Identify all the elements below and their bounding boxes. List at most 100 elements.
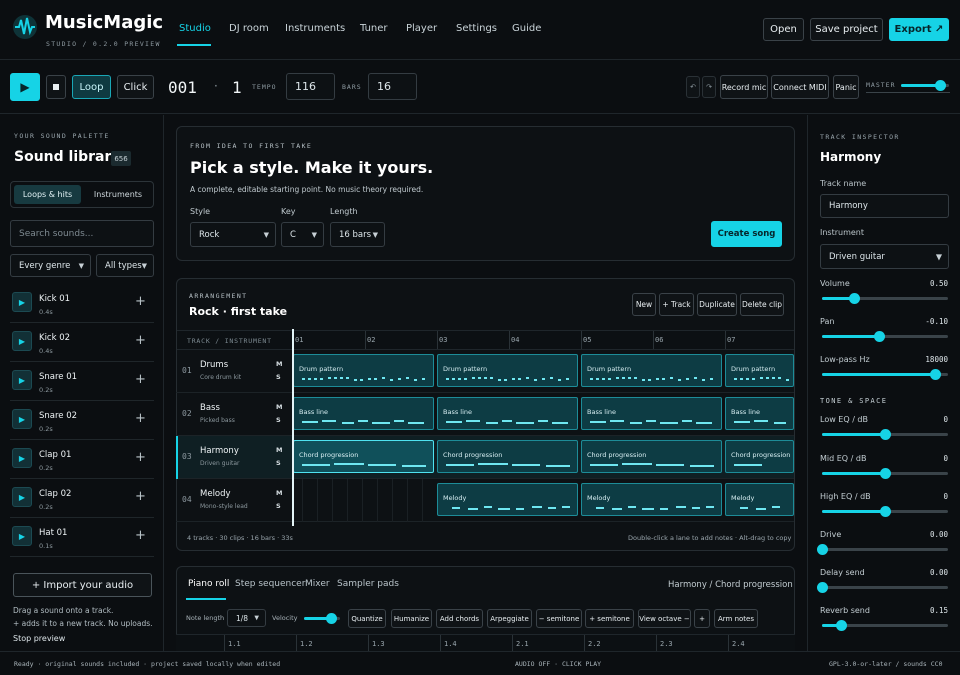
preview-play-button[interactable]: ▶ — [12, 448, 32, 468]
arrangement-clip[interactable]: Melody — [581, 483, 722, 516]
param-slider[interactable] — [822, 369, 948, 380]
delete-clip-button[interactable]: Delete clip — [740, 293, 784, 316]
stop-preview-link[interactable]: Stop preview — [13, 634, 65, 643]
preview-play-button[interactable]: ▶ — [12, 526, 32, 546]
editor-tool-button[interactable]: + semitone — [585, 609, 634, 628]
solo-button[interactable]: S — [276, 502, 281, 510]
solo-button[interactable]: S — [276, 416, 281, 424]
track-lane[interactable]: 02 Bass Picked bass M S Bass line Bass line Bas… — [176, 393, 794, 436]
click-toggle[interactable]: Click — [117, 75, 154, 99]
arrangement-clip[interactable]: Drum pattern — [437, 354, 578, 387]
mute-button[interactable]: M — [276, 489, 282, 497]
editor-tool-button[interactable]: Quantize — [348, 609, 386, 628]
preview-play-button[interactable]: ▶ — [12, 409, 32, 429]
sound-item[interactable]: ▶ Clap 02 0.2s + — [10, 479, 154, 518]
slider-knob[interactable] — [880, 429, 891, 440]
arrangement-clip[interactable]: Chord progression — [293, 440, 434, 473]
editor-tool-button[interactable]: Arm notes — [714, 609, 758, 628]
arrangement-clip[interactable]: Drum pattern — [725, 354, 794, 387]
add-to-track-button[interactable]: + — [135, 333, 146, 348]
connect-midi-button[interactable]: Connect MIDI — [771, 75, 829, 99]
add-to-track-button[interactable]: + — [135, 528, 146, 543]
sound-item[interactable]: ▶ Kick 02 0.4s + — [10, 323, 154, 362]
undo-button[interactable]: ↶ — [686, 76, 700, 98]
playhead[interactable] — [292, 329, 294, 526]
preview-play-button[interactable]: ▶ — [12, 331, 32, 351]
editor-tab-sampler-pads[interactable]: Sampler pads — [337, 579, 399, 589]
sound-item[interactable]: ▶ Snare 02 0.2s + — [10, 401, 154, 440]
play-button[interactable]: ▶ — [10, 73, 40, 101]
stop-button[interactable] — [46, 75, 66, 99]
arrangement-clip[interactable]: Drum pattern — [293, 354, 434, 387]
mute-button[interactable]: M — [276, 360, 282, 368]
arrangement-clip[interactable]: Melody — [437, 483, 578, 516]
bars-input[interactable]: 16 — [368, 73, 417, 100]
track-lane[interactable]: 01 Drums Core drum kit M S Drum pattern Drum p… — [176, 350, 794, 393]
slider-knob[interactable] — [880, 506, 891, 517]
track-name[interactable]: Melody — [200, 489, 231, 499]
mute-button[interactable]: M — [276, 403, 282, 411]
tab-instruments[interactable]: Instruments — [85, 185, 151, 204]
slider-knob[interactable] — [848, 293, 860, 304]
arrangement-clip[interactable]: Bass line — [581, 397, 722, 430]
editor-tool-button[interactable]: View octave − — [638, 609, 691, 628]
editor-tool-button[interactable]: Humanize — [391, 609, 432, 628]
param-slider[interactable] — [822, 620, 948, 631]
slider-knob[interactable] — [880, 468, 891, 479]
editor-tool-button[interactable]: Arpeggiate — [487, 609, 532, 628]
param-slider[interactable] — [817, 544, 948, 555]
arrangement-clip[interactable]: Bass line — [293, 397, 434, 430]
tempo-input[interactable]: 116 — [286, 73, 335, 100]
preview-play-button[interactable]: ▶ — [12, 292, 32, 312]
param-slider[interactable] — [817, 582, 948, 593]
loop-toggle[interactable]: Loop — [72, 75, 111, 99]
nav-tab-dj-room[interactable]: DJ room — [229, 23, 269, 34]
track-name-input[interactable]: Harmony — [820, 194, 949, 218]
open-button[interactable]: Open — [763, 18, 804, 41]
nav-tab-studio[interactable]: Studio — [179, 23, 211, 34]
track-name[interactable]: Drums — [200, 360, 228, 370]
add-to-track-button[interactable]: + — [135, 294, 146, 309]
nav-tab-player[interactable]: Player — [406, 23, 437, 34]
sound-item[interactable]: ▶ Clap 01 0.2s + — [10, 440, 154, 479]
editor-tool-button[interactable]: − semitone — [536, 609, 582, 628]
track-name[interactable]: Harmony — [200, 446, 239, 456]
param-slider[interactable] — [822, 506, 948, 517]
editor-tool-button[interactable]: Add chords — [436, 609, 483, 628]
instrument-select[interactable]: Driven guitar ▼ — [820, 244, 949, 269]
key-select[interactable]: C ▼ — [281, 222, 324, 247]
tab-loops-hits[interactable]: Loops & hits — [14, 185, 81, 204]
record-mic-button[interactable]: Record mic — [720, 75, 768, 99]
arrangement-clip[interactable]: Melody — [725, 483, 794, 516]
param-slider[interactable] — [822, 331, 948, 342]
add-to-track-button[interactable]: + — [135, 489, 146, 504]
note-length-select[interactable]: 1/8 ▼ — [227, 609, 266, 627]
arrangement-clip[interactable]: Chord progression — [581, 440, 722, 473]
add-track-button[interactable]: + Track — [659, 293, 694, 316]
nav-tab-tuner[interactable]: Tuner — [360, 23, 388, 34]
import-audio-button[interactable]: + Import your audio — [13, 573, 152, 597]
type-filter-select[interactable]: All types ▼ — [96, 254, 154, 277]
param-slider[interactable] — [822, 293, 948, 304]
editor-tab-piano-roll[interactable]: Piano roll — [188, 579, 229, 589]
editor-tool-button[interactable]: + — [694, 609, 710, 628]
arrangement-clip[interactable]: Bass line — [725, 397, 794, 430]
arrangement-clip[interactable]: Bass line — [437, 397, 578, 430]
arrangement-clip[interactable]: Drum pattern — [581, 354, 722, 387]
editor-tab-step-sequencer[interactable]: Step sequencer — [235, 579, 305, 589]
slider-knob[interactable] — [817, 582, 828, 593]
genre-filter-select[interactable]: Every genre ▼ — [10, 254, 91, 277]
velocity-slider[interactable] — [304, 613, 340, 624]
create-song-button[interactable]: Create song — [711, 221, 782, 247]
track-lane[interactable]: 03 Harmony Driven guitar M S Chord progressio… — [176, 436, 794, 479]
track-lane[interactable]: 04 Melody Mono-style lead M S Melody Melody Mel… — [176, 479, 794, 522]
save-project-button[interactable]: Save project — [810, 18, 883, 41]
preview-play-button[interactable]: ▶ — [12, 487, 32, 507]
track-name[interactable]: Bass — [200, 403, 220, 413]
nav-tab-guide[interactable]: Guide — [512, 23, 541, 34]
redo-button[interactable]: ↷ — [702, 76, 716, 98]
slider-knob[interactable] — [817, 544, 828, 555]
slider-knob[interactable] — [835, 620, 847, 631]
add-to-track-button[interactable]: + — [135, 450, 146, 465]
arrangement-clip[interactable]: Chord progression — [437, 440, 578, 473]
